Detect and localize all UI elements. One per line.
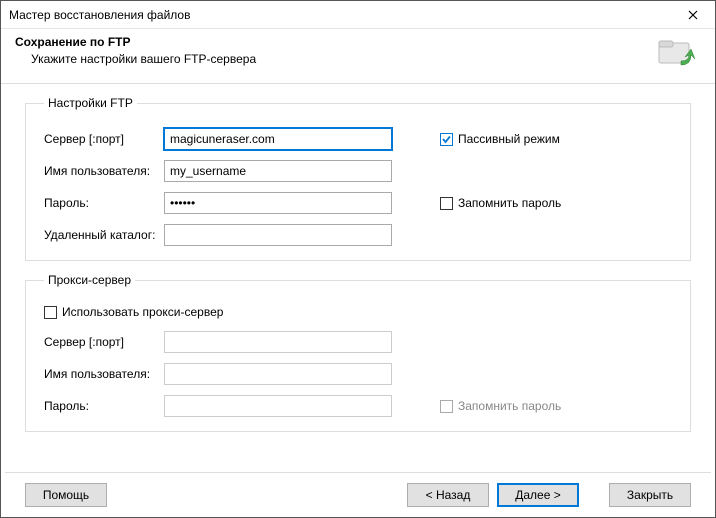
checkbox-checked-icon (440, 133, 453, 146)
proxy-password-input (164, 395, 392, 417)
ftp-password-label: Пароль: (44, 196, 164, 210)
proxy-legend: Прокси-сервер (44, 273, 135, 287)
ftp-server-label: Сервер [:порт] (44, 132, 164, 146)
proxy-username-label: Имя пользователя: (44, 367, 164, 381)
proxy-settings-group: Прокси-сервер Использовать прокси-сервер… (25, 273, 691, 432)
ftp-username-label: Имя пользователя: (44, 164, 164, 178)
passive-mode-label: Пассивный режим (458, 132, 560, 146)
proxy-server-input (164, 331, 392, 353)
dialog-window: Мастер восстановления файлов Сохранение … (0, 0, 716, 518)
ftp-save-icon (655, 35, 699, 73)
ftp-username-input[interactable] (164, 160, 392, 182)
close-icon[interactable] (671, 1, 715, 29)
ftp-password-input[interactable] (164, 192, 392, 214)
remember-password-checkbox[interactable]: Запомнить пароль (440, 196, 561, 210)
checkbox-unchecked-icon (440, 400, 453, 413)
back-button[interactable]: < Назад (407, 483, 489, 507)
use-proxy-checkbox[interactable]: Использовать прокси-сервер (44, 305, 672, 319)
titlebar: Мастер восстановления файлов (1, 1, 715, 29)
window-title: Мастер восстановления файлов (9, 8, 190, 22)
proxy-remember-password-label: Запомнить пароль (458, 399, 561, 413)
ftp-remote-dir-input[interactable] (164, 224, 392, 246)
ftp-settings-group: Настройки FTP Сервер [:порт] Пассивный р… (25, 96, 691, 261)
ftp-legend: Настройки FTP (44, 96, 137, 110)
help-button[interactable]: Помощь (25, 483, 107, 507)
next-button[interactable]: Далее > (497, 483, 579, 507)
remember-password-label: Запомнить пароль (458, 196, 561, 210)
checkbox-unchecked-icon (440, 197, 453, 210)
proxy-username-input (164, 363, 392, 385)
wizard-header: Сохранение по FTP Укажите настройки ваше… (1, 29, 715, 84)
close-button[interactable]: Закрыть (609, 483, 691, 507)
page-title: Сохранение по FTP (15, 35, 256, 49)
ftp-server-input[interactable] (164, 128, 392, 150)
page-subtitle: Укажите настройки вашего FTP-сервера (15, 52, 256, 66)
proxy-server-label: Сервер [:порт] (44, 335, 164, 349)
proxy-remember-password-checkbox: Запомнить пароль (440, 399, 561, 413)
ftp-remote-dir-label: Удаленный каталог: (44, 228, 164, 242)
checkbox-unchecked-icon (44, 306, 57, 319)
proxy-password-label: Пароль: (44, 399, 164, 413)
passive-mode-checkbox[interactable]: Пассивный режим (440, 132, 560, 146)
use-proxy-label: Использовать прокси-сервер (62, 305, 223, 319)
content-area: Настройки FTP Сервер [:порт] Пассивный р… (1, 84, 715, 472)
wizard-footer: Помощь < Назад Далее > Закрыть (5, 472, 711, 517)
